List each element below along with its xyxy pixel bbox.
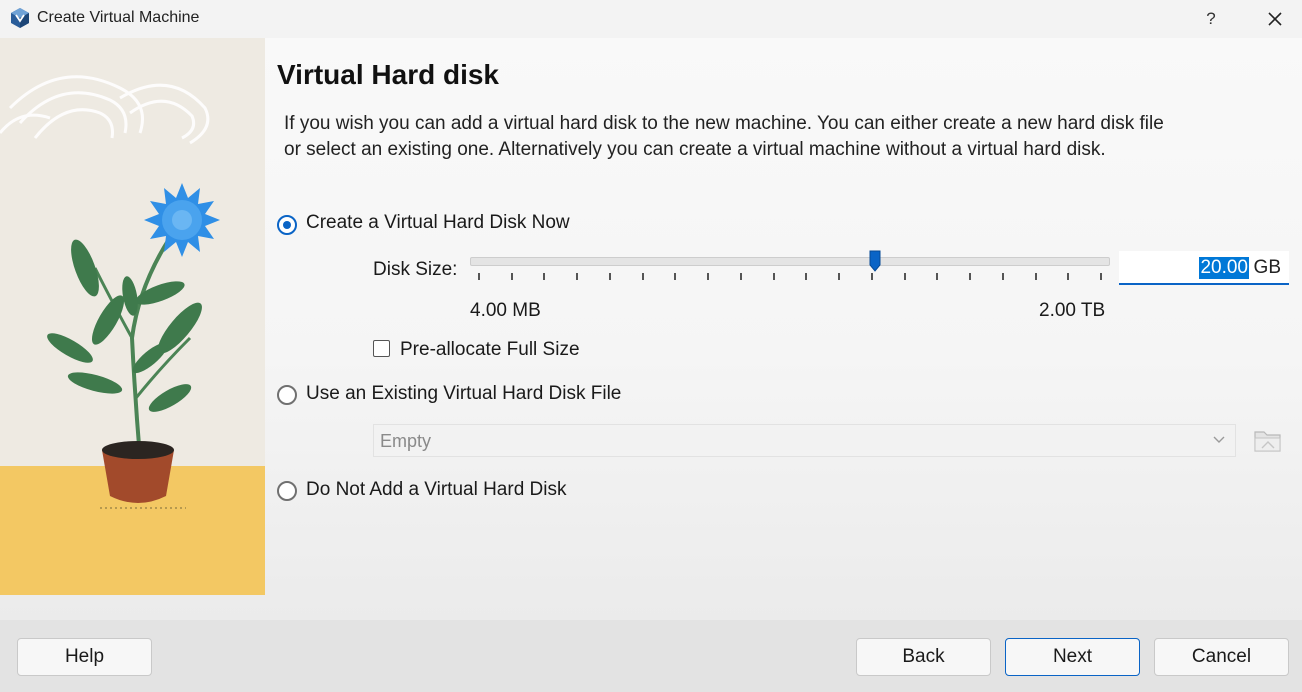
slider-tick xyxy=(772,273,775,280)
slider-thumb[interactable] xyxy=(869,250,881,272)
close-icon[interactable] xyxy=(1262,6,1288,32)
title-bar: Create Virtual Machine ? xyxy=(0,0,1302,38)
use-existing-label[interactable]: Use an Existing Virtual Hard Disk File xyxy=(306,383,621,405)
folder-icon[interactable] xyxy=(1252,426,1284,456)
window-title: Create Virtual Machine xyxy=(37,9,200,26)
slider-tick xyxy=(707,273,710,280)
disk-size-value[interactable]: 20.00 xyxy=(1199,257,1249,279)
slider-tick xyxy=(608,273,611,280)
disk-size-unit: GB xyxy=(1253,257,1281,278)
help-icon[interactable]: ? xyxy=(1198,6,1224,32)
slider-tick xyxy=(510,273,513,280)
button-bar: Help Back Next Cancel xyxy=(0,620,1302,692)
slider-tick xyxy=(805,273,808,280)
slider-tick xyxy=(1067,273,1070,280)
help-button[interactable]: Help xyxy=(17,638,152,676)
create-disk-label[interactable]: Create a Virtual Hard Disk Now xyxy=(306,212,570,234)
chevron-down-icon xyxy=(1213,436,1225,443)
slider-tick xyxy=(1100,273,1102,280)
cancel-button[interactable]: Cancel xyxy=(1154,638,1289,676)
next-button[interactable]: Next xyxy=(1005,638,1140,676)
slider-tick xyxy=(1001,273,1004,280)
no-disk-label[interactable]: Do Not Add a Virtual Hard Disk xyxy=(306,479,567,501)
create-disk-radio[interactable] xyxy=(277,215,297,235)
existing-disk-select[interactable]: Empty xyxy=(373,424,1236,457)
slider-tick xyxy=(838,273,841,280)
slider-tick xyxy=(936,273,939,280)
slider-tick xyxy=(870,273,873,280)
slider-tick xyxy=(543,273,546,280)
slider-tick xyxy=(903,273,906,280)
slider-tick xyxy=(478,273,480,280)
preallocate-checkbox[interactable] xyxy=(373,340,390,357)
disk-size-label: Disk Size: xyxy=(373,259,458,280)
slider-tick xyxy=(674,273,677,280)
disk-size-min-label: 4.00 MB xyxy=(470,300,541,321)
disk-size-input[interactable]: 20.00 GB xyxy=(1119,251,1289,285)
slider-tick xyxy=(739,273,742,280)
slider-tick xyxy=(641,273,644,280)
plant-illustration xyxy=(0,38,265,595)
existing-disk-value: Empty xyxy=(380,431,432,451)
page-heading: Virtual Hard disk xyxy=(277,59,500,90)
slider-tick xyxy=(576,273,579,280)
no-disk-radio[interactable] xyxy=(277,481,297,501)
slider-tick xyxy=(1034,273,1037,280)
virtualbox-icon xyxy=(11,8,29,28)
page-description: If you wish you can add a virtual hard d… xyxy=(284,113,1164,160)
slider-track xyxy=(470,257,1110,266)
slider-tick xyxy=(969,273,972,280)
disk-size-slider[interactable] xyxy=(470,250,1110,286)
disk-size-max-label: 2.00 TB xyxy=(1039,300,1106,321)
wizard-content: Virtual Hard disk If you wish you can ad… xyxy=(0,38,1302,620)
preallocate-label[interactable]: Pre-allocate Full Size xyxy=(400,339,580,361)
back-button[interactable]: Back xyxy=(856,638,991,676)
use-existing-radio[interactable] xyxy=(277,385,297,405)
